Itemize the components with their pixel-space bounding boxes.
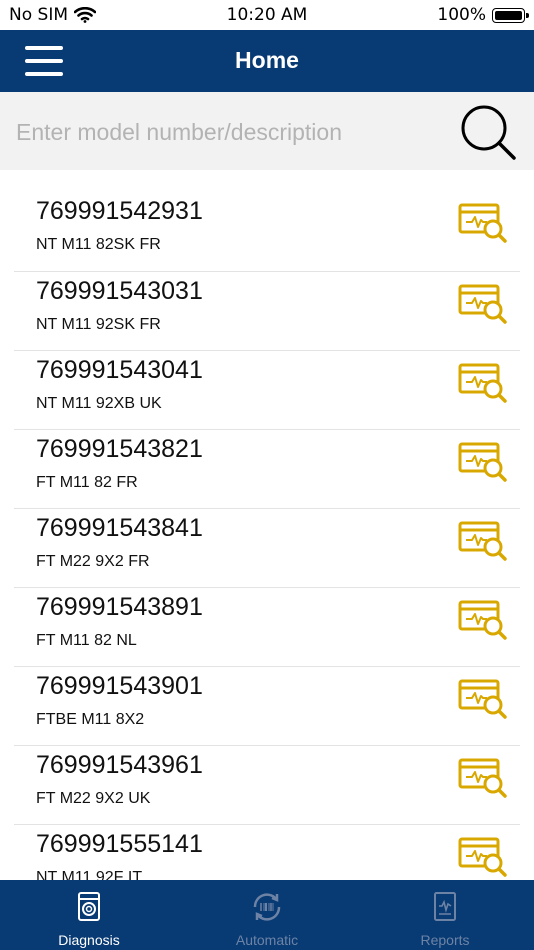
tab-label: Diagnosis <box>58 932 120 948</box>
model-description: NT M11 92SK FR <box>36 316 161 333</box>
tab-label: Automatic <box>235 932 299 948</box>
model-description: FT M11 82 NL <box>36 632 137 649</box>
model-number: 769991543901 <box>36 672 203 700</box>
model-number: 769991542931 <box>36 197 203 225</box>
diagnostic-search-icon[interactable] <box>458 600 508 640</box>
model-description: NT M11 92F IT <box>36 869 143 880</box>
status-bar: No SIM 10:20 AM 100% <box>0 0 534 30</box>
list-item[interactable]: 769991555141 NT M11 92F IT <box>14 825 520 880</box>
list-item[interactable]: 769991543841 FT M22 9X2 FR <box>14 509 520 588</box>
model-description: NT M11 92XB UK <box>36 395 162 412</box>
search-icon[interactable] <box>458 102 518 162</box>
washing-machine-icon <box>78 892 100 921</box>
diagnostic-search-icon[interactable] <box>458 679 508 719</box>
list-item[interactable]: 769991543891 FT M11 82 NL <box>14 588 520 667</box>
diagnostic-search-icon[interactable] <box>458 203 508 243</box>
model-number: 769991543961 <box>36 751 203 779</box>
diagnostic-search-icon[interactable] <box>458 363 508 403</box>
model-description: FT M11 82 FR <box>36 474 138 491</box>
model-number: 769991543841 <box>36 514 203 542</box>
report-icon <box>434 892 456 921</box>
list-item[interactable]: 769991543961 FT M22 9X2 UK <box>14 746 520 825</box>
diagnostic-search-icon[interactable] <box>458 521 508 561</box>
list-item[interactable]: 769991542931 NT M11 82SK FR <box>14 170 520 272</box>
search-bar <box>0 92 534 170</box>
model-number: 769991543041 <box>36 356 203 384</box>
battery-percentage: 100% <box>437 5 486 25</box>
product-list: 769991542931 NT M11 82SK FR 769991543031… <box>0 170 534 880</box>
search-input[interactable] <box>14 114 438 150</box>
model-description: FT M22 9X2 FR <box>36 553 150 570</box>
model-description: FTBE M11 8X2 <box>36 711 145 728</box>
diagnostic-search-icon[interactable] <box>458 837 508 877</box>
model-description: FT M22 9X2 UK <box>36 790 151 807</box>
model-number: 769991543891 <box>36 593 203 621</box>
list-item[interactable]: 769991543041 NT M11 92XB UK <box>14 351 520 430</box>
tab-label: Reports <box>420 932 470 948</box>
model-description: NT M11 82SK FR <box>36 236 161 253</box>
status-right: 100% <box>437 5 529 25</box>
tab-diagnosis[interactable]: Diagnosis <box>0 880 178 950</box>
diagnostic-search-icon[interactable] <box>458 442 508 482</box>
model-number: 769991543031 <box>36 277 203 305</box>
model-number: 769991543821 <box>36 435 203 463</box>
page-title: Home <box>235 47 299 73</box>
auto-scan-icon <box>253 893 281 921</box>
list-item[interactable]: 769991543901 FTBE M11 8X2 <box>14 667 520 746</box>
tab-reports[interactable]: Reports <box>356 880 534 950</box>
model-number: 769991555141 <box>36 830 203 858</box>
diagnostic-search-icon[interactable] <box>458 284 508 324</box>
navigation-bar: Home <box>0 30 534 92</box>
tab-bar: Diagnosis Automatic Reports <box>0 880 534 950</box>
battery-icon <box>492 7 529 23</box>
diagnostic-search-icon[interactable] <box>458 758 508 798</box>
list-item[interactable]: 769991543821 FT M11 82 FR <box>14 430 520 509</box>
list-item[interactable]: 769991543031 NT M11 92SK FR <box>14 272 520 351</box>
tab-automatic[interactable]: Automatic <box>178 880 356 950</box>
